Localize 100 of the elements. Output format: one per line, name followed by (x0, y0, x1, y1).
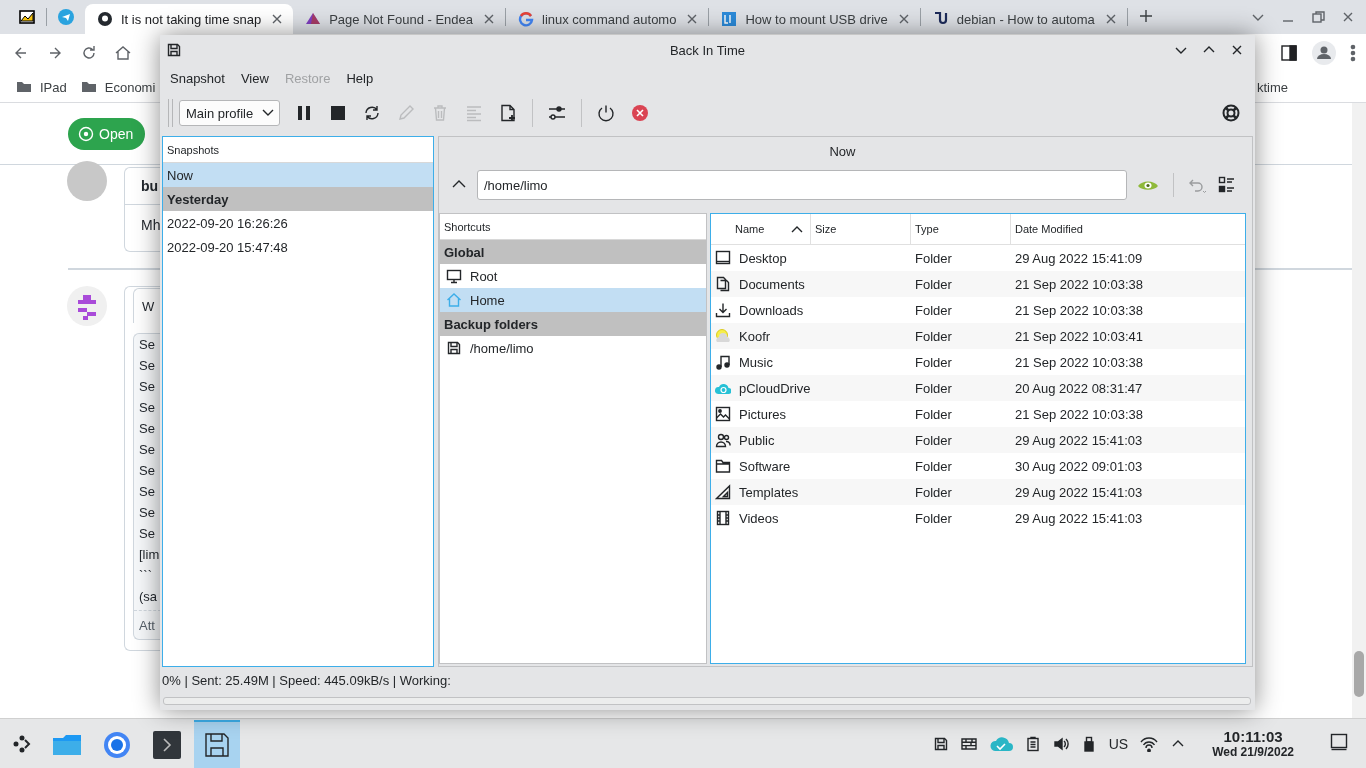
brick-icon[interactable] (960, 735, 977, 752)
column-header[interactable]: Name (711, 214, 811, 244)
file-name-cell[interactable]: Public (711, 432, 811, 448)
shortcut-item[interactable]: Home (440, 288, 706, 312)
avatar-identicon (67, 286, 107, 326)
side-panel-icon[interactable] (1280, 44, 1298, 62)
comment-line: [lim (138, 546, 161, 564)
table-cell-text: Folder (914, 328, 953, 344)
view-mode-icon[interactable] (1218, 176, 1236, 194)
table-cell-text: Folder (914, 380, 953, 396)
people-icon (715, 432, 731, 448)
table-cell-text: 29 Aug 2022 15:41:03 (1014, 432, 1144, 448)
column-header[interactable]: Size (811, 214, 911, 244)
show-desktop-icon[interactable] (1330, 733, 1348, 751)
file-name-cell[interactable]: Templates (711, 484, 811, 500)
backup-entry[interactable]: 2022-09-20 16:26:26 (163, 211, 433, 235)
wifi-icon[interactable] (1140, 735, 1159, 752)
profile-icon[interactable] (1312, 41, 1336, 65)
menu-item[interactable]: Snapshot (162, 69, 233, 89)
column-header[interactable]: Type (911, 214, 1011, 244)
menu-item[interactable]: Help (338, 69, 382, 89)
table-cell-text: Folder (914, 276, 953, 292)
reload-icon[interactable] (80, 44, 98, 62)
picture-icon (715, 406, 731, 422)
floppy-icon (446, 340, 462, 356)
file-name-cell[interactable]: Music (711, 354, 811, 370)
text-lines-icon (465, 104, 484, 122)
taskbar-app[interactable] (194, 719, 240, 768)
clock-time[interactable]: 10:11:03 (1223, 728, 1283, 745)
comment-editor[interactable]: Se Se Se Se Se Se Se Se Se Se [lim ``` (sa Att (133, 333, 161, 640)
music-note-icon (715, 354, 731, 370)
file-name-cell[interactable]: pCloudDrive (711, 380, 811, 396)
date-group-header[interactable]: Yesterday (163, 187, 433, 211)
terminal-icon (152, 729, 182, 760)
home-icon[interactable] (114, 44, 132, 62)
restore-icon[interactable] (1310, 9, 1326, 25)
refresh-icon (363, 104, 382, 122)
file-name-cell[interactable]: Software (711, 458, 811, 474)
chart-icon[interactable] (19, 9, 35, 25)
comment-line: Se (138, 441, 156, 459)
browser-tab[interactable]: debian - How to automa (920, 4, 1127, 34)
file-name-cell[interactable]: Desktop (711, 250, 811, 266)
monitor-icon (715, 250, 731, 266)
new-tab-icon[interactable] (1137, 7, 1154, 24)
cloud-sun-icon (715, 328, 731, 344)
editor-tab[interactable]: W (133, 288, 161, 323)
menu-item[interactable]: View (232, 69, 277, 89)
table-cell-text: Folder (914, 484, 953, 500)
sliders-icon (548, 104, 567, 122)
comment-author[interactable]: bu (141, 178, 159, 194)
comment-line: (sa (138, 588, 159, 606)
folder-icon (16, 79, 32, 95)
file-name-cell[interactable]: Videos (711, 510, 811, 526)
location-title: Now (829, 143, 856, 159)
table-cell-text: 30 Aug 2022 09:01:03 (1014, 458, 1144, 474)
path-field[interactable]: /home/limo (477, 170, 1127, 200)
paper-plane-icon[interactable] (58, 9, 74, 25)
profile-dropdown[interactable]: Main profile (179, 100, 281, 126)
file-name-cell[interactable]: Downloads (711, 302, 811, 318)
shortcut-group[interactable]: Backup folders (440, 312, 706, 336)
browser-tab[interactable]: Page Not Found - Endea (293, 4, 505, 34)
file-name-cell[interactable]: Koofr (711, 328, 811, 344)
shortcut-item[interactable]: /home/limo (440, 336, 706, 360)
stop-icon (329, 104, 348, 122)
backup-entry[interactable]: 2022-09-20 15:47:48 (163, 235, 433, 259)
column-header[interactable]: Date Modified (1011, 214, 1245, 244)
cloud-check-icon[interactable] (988, 734, 1013, 753)
comment-line: Se (138, 399, 156, 417)
keyboard-layout[interactable]: US (1108, 735, 1129, 752)
floppy-icon[interactable] (932, 735, 949, 752)
shortcut-item[interactable]: Root (440, 264, 706, 288)
browser-tab[interactable]: How to mount USB drive (709, 4, 920, 34)
bookmark[interactable]: ktime (1256, 79, 1288, 95)
film-icon (715, 510, 731, 526)
window-title: Back In Time (669, 42, 746, 58)
clock-date[interactable]: Wed 21/9/2022 (1212, 745, 1294, 759)
browser-tab[interactable]: It is not taking time snap (85, 4, 294, 34)
file-name-cell[interactable]: Pictures (711, 406, 811, 422)
scrollbar[interactable] (1352, 103, 1366, 718)
clipboard-icon[interactable] (1024, 735, 1041, 752)
status-text: 0% | Sent: 25.49M | Speed: 445.09kB/s | Working: (162, 672, 451, 688)
launcher-icon[interactable] (12, 733, 32, 754)
comment-line: Se (138, 462, 156, 480)
comment-line: Se (138, 483, 156, 501)
table-cell-text: 29 Aug 2022 15:41:09 (1014, 250, 1144, 266)
speaker-icon[interactable] (1052, 735, 1069, 752)
comment-line: Se (138, 525, 156, 543)
file-name-cell[interactable]: Documents (711, 276, 811, 292)
browser-tab[interactable]: linux command automo (506, 4, 709, 34)
table-cell-text: Folder (914, 354, 953, 370)
circle-dot-icon (78, 125, 94, 142)
bookmark[interactable]: IPad (16, 79, 67, 95)
more-icon[interactable] (1350, 44, 1356, 62)
comment-line: Se (138, 378, 156, 396)
shortcut-group[interactable]: Global (440, 240, 706, 264)
folder-icon (80, 79, 97, 95)
table-cell-text: 21 Sep 2022 10:03:41 (1014, 328, 1144, 344)
power-icon (597, 104, 616, 122)
backup-entry[interactable]: Now (163, 163, 433, 187)
bookmark[interactable]: Economi (80, 79, 156, 95)
